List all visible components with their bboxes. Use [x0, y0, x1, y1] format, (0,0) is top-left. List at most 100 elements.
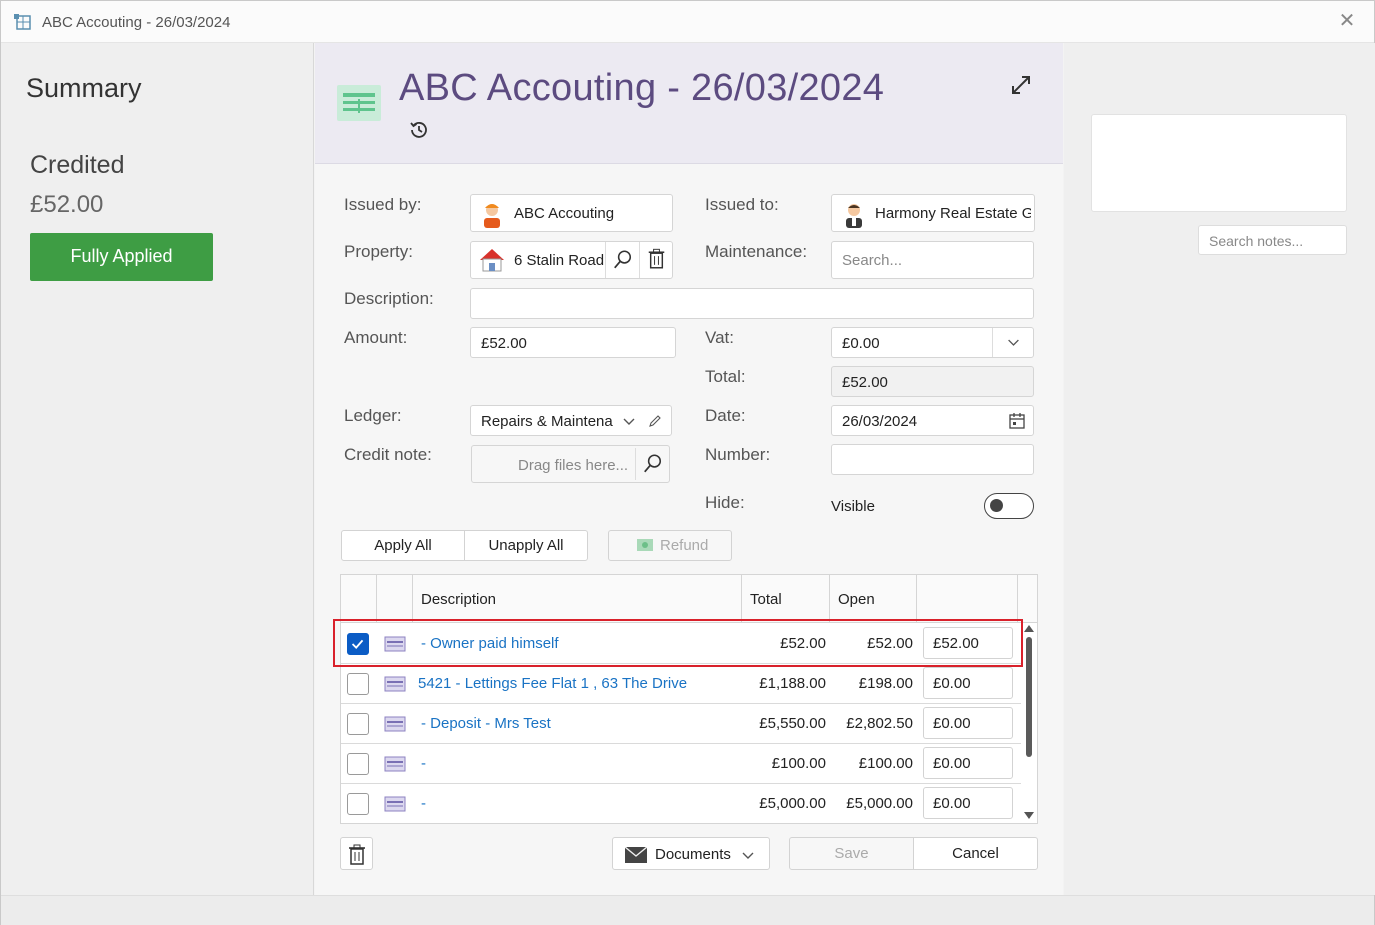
main-pane: ABC Accouting - 26/03/2024 Issued by: AB…: [315, 43, 1063, 895]
row-apply-input[interactable]: £0.00: [923, 747, 1013, 779]
amount-input[interactable]: £52.00: [470, 327, 676, 358]
history-icon[interactable]: [408, 119, 430, 141]
maintenance-placeholder: Search...: [842, 252, 903, 269]
issued-to-field[interactable]: Harmony Real Estate G: [831, 194, 1035, 232]
calendar-icon[interactable]: [1008, 412, 1026, 430]
row-apply-input[interactable]: £52.00: [923, 627, 1013, 659]
row-total: £5,000.00: [759, 795, 826, 812]
ledger-select[interactable]: Repairs & Maintena: [470, 405, 672, 436]
title-bar: ABC Accouting - 26/03/2024 ✕: [1, 1, 1374, 43]
notes-box[interactable]: [1091, 114, 1347, 212]
app-window: ABC Accouting - 26/03/2024 ✕ Summary Cre…: [0, 0, 1375, 925]
refund-icon: [637, 539, 653, 551]
summary-heading: Summary: [26, 73, 142, 103]
header-description[interactable]: Description: [413, 575, 742, 623]
status-badge: Fully Applied: [30, 233, 213, 281]
maintenance-label: Maintenance:: [705, 242, 808, 261]
date-value: 26/03/2024: [842, 413, 918, 430]
grid-scrollbar[interactable]: [1021, 623, 1037, 823]
visibility-toggle[interactable]: [984, 493, 1034, 519]
header-total[interactable]: Total: [742, 575, 830, 623]
invoice-icon: [384, 796, 406, 812]
property-search-icon[interactable]: [605, 242, 639, 278]
checkmark-icon: [351, 639, 364, 649]
row-checkbox[interactable]: [347, 633, 369, 655]
row-open: £52.00: [867, 635, 913, 652]
expand-icon[interactable]: [1009, 73, 1033, 97]
person-avatar-icon: [846, 204, 862, 228]
credit-status: Credited: [30, 151, 125, 179]
header-select-column: [341, 575, 377, 623]
property-label: Property:: [344, 242, 413, 261]
chevron-down-icon[interactable]: [992, 328, 1034, 357]
hide-value: Visible: [831, 498, 875, 515]
table-row[interactable]: 5421 - Lettings Fee Flat 1 , 63 The Driv…: [341, 664, 1021, 704]
row-checkbox[interactable]: [347, 753, 369, 775]
row-open: £100.00: [858, 755, 913, 772]
chevron-down-icon[interactable]: [621, 413, 637, 429]
total-field: £52.00: [831, 366, 1034, 397]
cancel-button[interactable]: Cancel: [913, 837, 1038, 870]
vat-select[interactable]: £0.00: [831, 327, 1034, 358]
apply-all-button[interactable]: Apply All: [341, 530, 465, 561]
row-description[interactable]: -: [421, 755, 426, 772]
row-description[interactable]: - Owner paid himself: [421, 635, 559, 652]
row-total: £1,188.00: [759, 675, 826, 692]
row-apply-input[interactable]: £0.00: [923, 707, 1013, 739]
header-apply-column: [917, 575, 1018, 623]
row-description[interactable]: -: [421, 795, 426, 812]
ledger-label: Ledger:: [344, 406, 402, 425]
scroll-thumb[interactable]: [1026, 637, 1032, 757]
documents-button[interactable]: Documents: [612, 837, 770, 870]
table-row[interactable]: - £100.00 £100.00 £0.00: [341, 744, 1021, 784]
issued-to-value: Harmony Real Estate G: [875, 205, 1031, 222]
scroll-up-icon[interactable]: [1024, 625, 1034, 632]
delete-button[interactable]: [340, 837, 373, 870]
invoice-icon: [384, 636, 406, 652]
documents-label: Documents: [655, 846, 731, 863]
row-checkbox[interactable]: [347, 793, 369, 815]
row-total: £100.00: [771, 755, 826, 772]
header-open[interactable]: Open: [830, 575, 917, 623]
number-input[interactable]: [831, 444, 1034, 475]
row-description[interactable]: - Deposit - Mrs Test: [421, 715, 551, 732]
refund-button[interactable]: Refund: [608, 530, 732, 561]
window-title: ABC Accouting - 26/03/2024: [42, 14, 231, 31]
issued-by-label: Issued by:: [344, 195, 422, 214]
table-row[interactable]: - Deposit - Mrs Test £5,550.00 £2,802.50…: [341, 704, 1021, 744]
worker-avatar-icon: [484, 204, 500, 228]
row-total: £5,550.00: [759, 715, 826, 732]
search-icon[interactable]: [635, 448, 669, 480]
date-input[interactable]: 26/03/2024: [831, 405, 1034, 436]
ledger-value: Repairs & Maintena: [481, 413, 613, 430]
invoice-icon: [384, 756, 406, 772]
credit-note-dropzone[interactable]: Drag files here...: [471, 445, 670, 483]
row-checkbox[interactable]: [347, 673, 369, 695]
row-description[interactable]: 5421 - Lettings Fee Flat 1 , 63 The Driv…: [418, 675, 687, 692]
row-total: £52.00: [780, 635, 826, 652]
property-field[interactable]: 6 Stalin Road: [470, 241, 673, 279]
notes-search-input[interactable]: Search notes...: [1198, 225, 1347, 255]
property-value: 6 Stalin Road: [514, 252, 605, 269]
row-apply-input[interactable]: £0.00: [923, 787, 1013, 819]
row-open: £2,802.50: [846, 715, 913, 732]
unapply-all-button[interactable]: Unapply All: [464, 530, 588, 561]
save-button[interactable]: Save: [789, 837, 914, 870]
table-row[interactable]: - £5,000.00 £5,000.00 £0.00: [341, 784, 1021, 823]
row-checkbox[interactable]: [347, 713, 369, 735]
row-apply-input[interactable]: £0.00: [923, 667, 1013, 699]
close-icon[interactable]: ✕: [1336, 10, 1358, 32]
description-input[interactable]: [470, 288, 1034, 319]
vat-label: Vat:: [705, 328, 734, 347]
scroll-down-icon[interactable]: [1024, 812, 1034, 819]
pencil-icon[interactable]: [647, 413, 663, 429]
allocation-grid: Description Total Open - Owner paid hims…: [340, 574, 1038, 824]
page-header: ABC Accouting - 26/03/2024: [315, 43, 1063, 164]
invoice-icon: [384, 676, 406, 692]
total-label: Total:: [705, 367, 746, 386]
vat-value: £0.00: [842, 335, 880, 352]
table-row[interactable]: - Owner paid himself £52.00 £52.00 £52.0…: [341, 624, 1021, 664]
property-delete-icon[interactable]: [639, 242, 673, 278]
issued-by-field[interactable]: ABC Accouting: [470, 194, 673, 232]
maintenance-search-input[interactable]: Search...: [831, 241, 1034, 279]
